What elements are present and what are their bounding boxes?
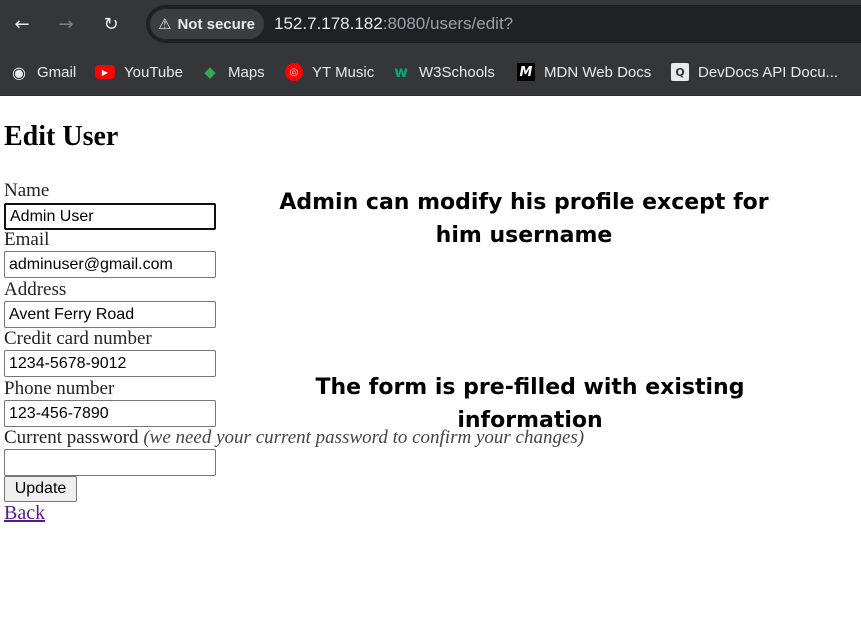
back-link[interactable]: Back — [4, 502, 45, 525]
password-label-text: Current password — [4, 427, 139, 448]
bookmark-label: DevDocs API Docu... — [698, 63, 839, 81]
phone-label: Phone number — [4, 378, 115, 399]
url-text[interactable]: 152.7.178.182:8080/users/edit? — [274, 14, 513, 34]
name-input[interactable] — [4, 203, 216, 230]
reload-icon[interactable]: ↻ — [97, 10, 125, 38]
credit-card-input[interactable] — [4, 350, 216, 377]
email-input[interactable] — [4, 251, 216, 278]
url-path: :8080/users/edit? — [382, 14, 514, 33]
bookmark-label: YT Music — [312, 63, 375, 81]
name-label: Name — [4, 180, 50, 201]
maps-pin-icon: ◆ — [204, 63, 216, 81]
address-input[interactable] — [4, 301, 216, 328]
bookmark-devdocs[interactable]: Q DevDocs API Docu... — [671, 60, 838, 84]
password-input[interactable] — [4, 449, 216, 476]
bookmark-gmail[interactable]: ◉ Gmail — [10, 60, 76, 84]
youtube-icon: ▶ — [95, 65, 115, 79]
bookmarks-bar: ◉ Gmail ▶ YouTube ◆ Maps ◎ YT Music w W3… — [0, 48, 861, 96]
globe-icon: ◉ — [12, 62, 26, 82]
bookmark-maps[interactable]: ◆ Maps — [201, 60, 265, 84]
security-indicator[interactable]: ⚠ Not secure — [150, 9, 264, 39]
mdn-icon: M — [517, 63, 535, 81]
bookmark-mdn[interactable]: M MDN Web Docs — [517, 60, 651, 84]
annotation-prefilled: The form is pre-filled with existing inf… — [315, 375, 745, 433]
bookmark-label: Gmail — [37, 63, 77, 81]
bookmark-label: YouTube — [124, 63, 183, 81]
security-label: Not secure — [177, 15, 255, 33]
address-bar[interactable]: ⚠ Not secure 152.7.178.182:8080/users/ed… — [146, 5, 861, 43]
bookmark-youtube[interactable]: ▶ YouTube — [95, 60, 183, 84]
bookmark-label: MDN Web Docs — [544, 63, 652, 81]
bookmark-label: W3Schools — [419, 63, 495, 81]
bookmark-label: Maps — [228, 63, 265, 81]
email-label: Email — [4, 229, 50, 250]
warning-icon: ⚠ — [158, 15, 172, 33]
credit-card-label: Credit card number — [4, 328, 152, 349]
url-host: 152.7.178.182 — [274, 14, 383, 33]
forward-arrow-icon[interactable]: → — [52, 10, 80, 38]
bookmark-yt-music[interactable]: ◎ YT Music — [285, 60, 374, 84]
back-arrow-icon[interactable]: ← — [8, 10, 36, 38]
phone-input[interactable] — [4, 400, 216, 427]
w3schools-icon: w — [394, 63, 408, 81]
page-title: Edit User — [4, 121, 119, 152]
yt-music-icon: ◎ — [285, 63, 303, 81]
address-label: Address — [4, 279, 67, 300]
browser-toolbar: ← → ↻ ⚠ Not secure 152.7.178.182:8080/us… — [0, 0, 861, 48]
annotation-edit-restriction: Admin can modify his profile except for … — [279, 190, 769, 248]
bookmark-w3schools[interactable]: w W3Schools — [392, 60, 495, 84]
devdocs-icon: Q — [671, 63, 689, 81]
page-content: Edit User Name Email Address Credit card… — [0, 96, 861, 632]
update-button[interactable]: Update — [4, 476, 77, 502]
